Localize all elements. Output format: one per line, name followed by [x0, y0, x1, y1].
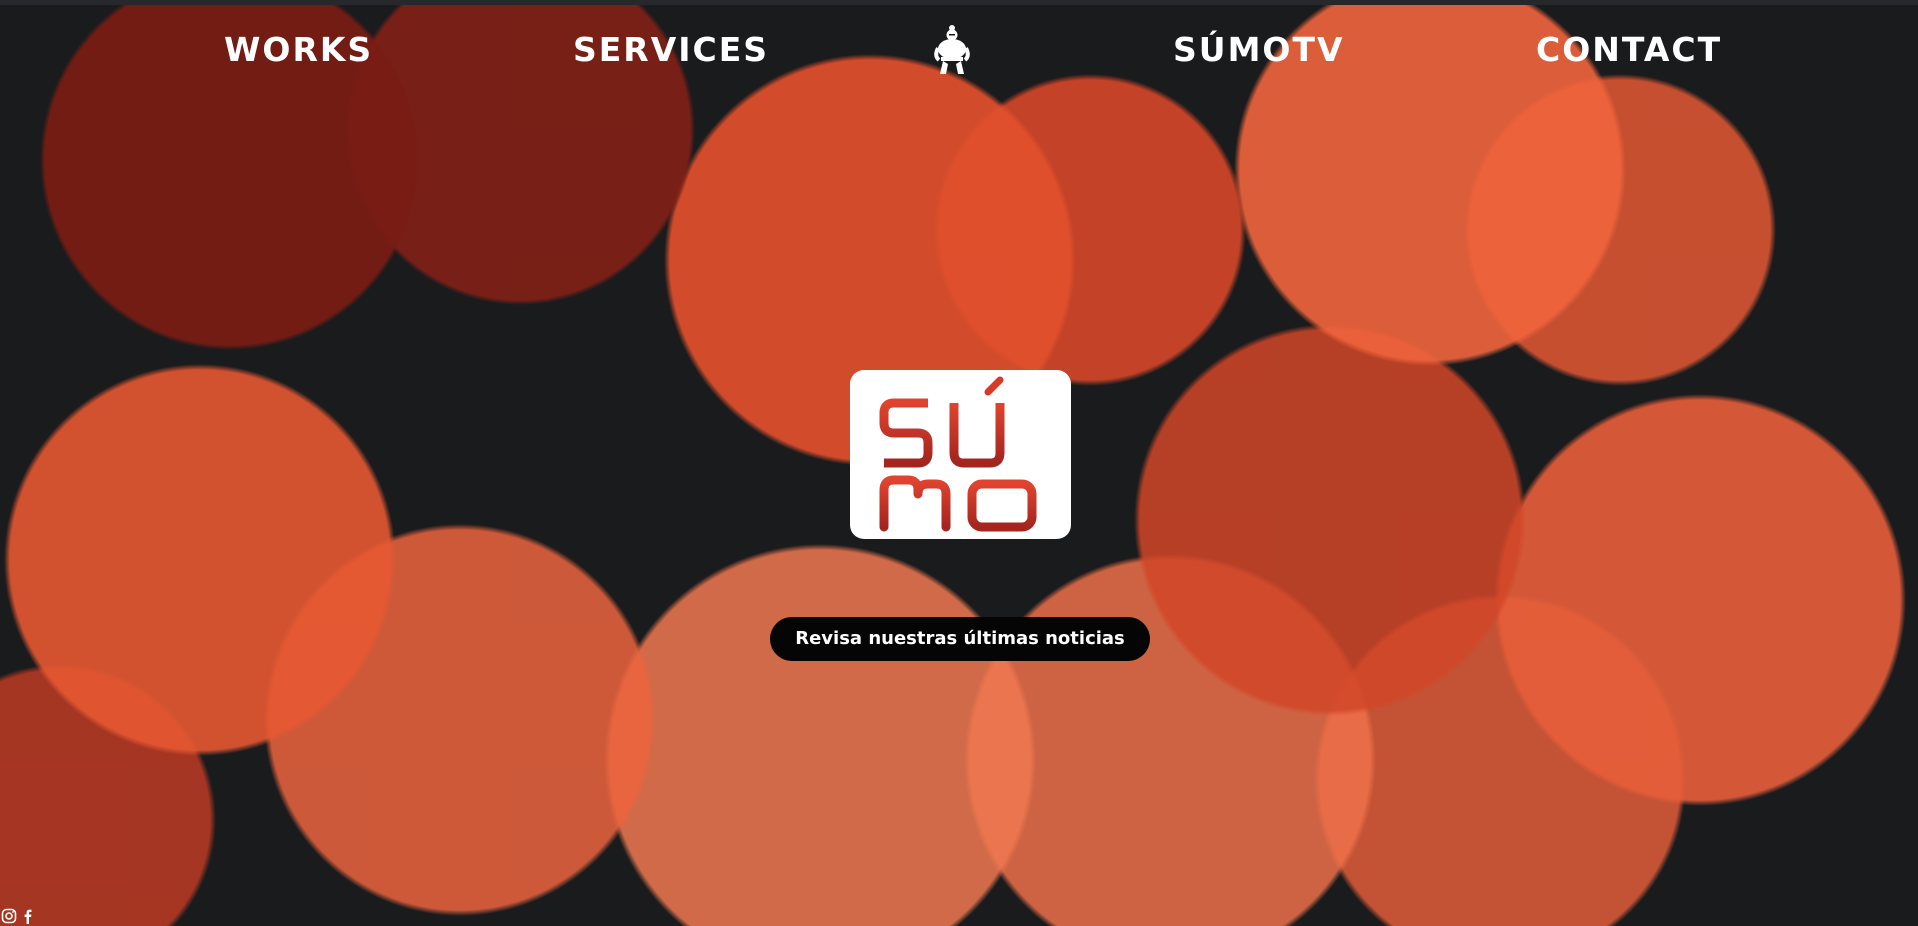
- latest-news-button[interactable]: Revisa nuestras últimas noticias: [770, 617, 1150, 661]
- nav-contact[interactable]: CONTACT: [1536, 28, 1722, 72]
- facebook-icon[interactable]: [20, 908, 36, 924]
- nav-services[interactable]: SERVICES: [573, 28, 769, 72]
- sumo-wrestler-icon[interactable]: [932, 24, 972, 78]
- hero-page: WORKS SERVICES SÚMOTV CONTACT Revisa nue…: [0, 0, 1918, 926]
- top-strip: [0, 0, 1918, 5]
- nav-works[interactable]: WORKS: [224, 28, 373, 72]
- nav-sumotv[interactable]: SÚMOTV: [1173, 28, 1345, 72]
- sumo-logo: [850, 370, 1071, 539]
- instagram-icon[interactable]: [1, 908, 17, 924]
